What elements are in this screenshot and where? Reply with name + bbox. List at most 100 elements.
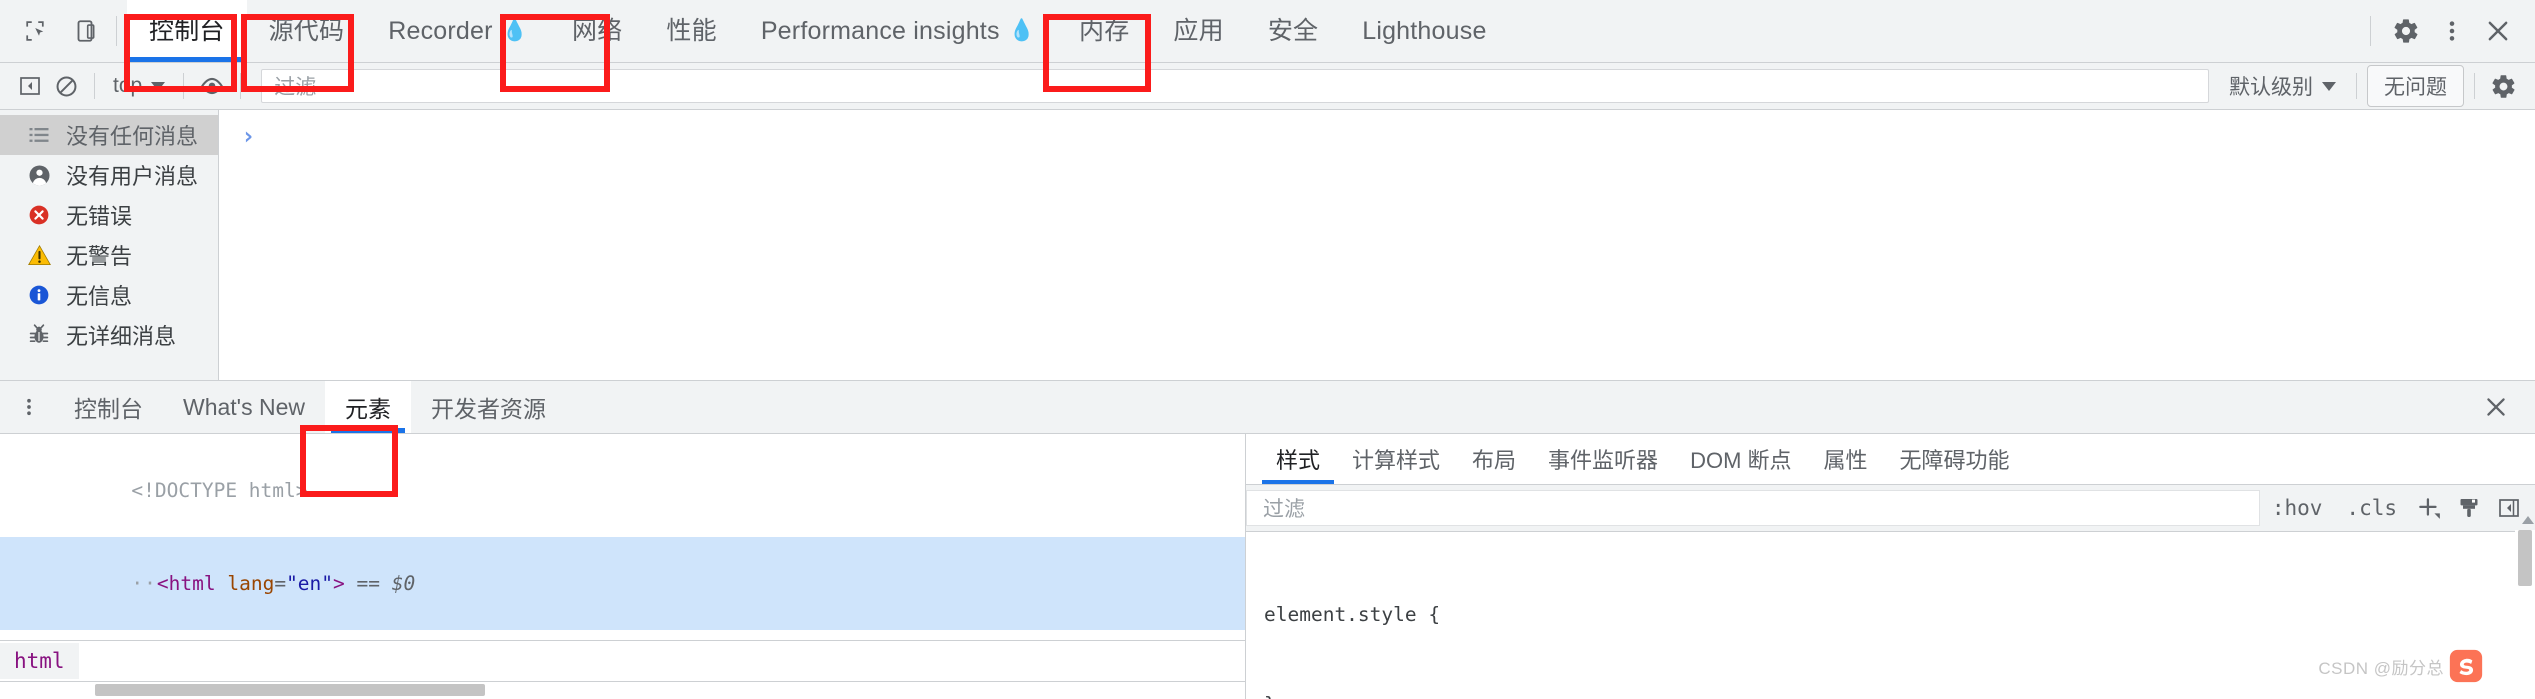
verbose-bug-icon: [26, 322, 52, 348]
main-tabbar-right-icons: [2360, 10, 2535, 52]
console-toolbar: top 过滤 默认级别 无问题: [0, 63, 2535, 110]
live-expression-eye-icon[interactable]: [194, 68, 230, 104]
tab-application-label: 应用: [1173, 16, 1224, 45]
scrollbar-thumb[interactable]: [95, 684, 485, 696]
tabbar-divider: [116, 16, 117, 46]
info-circle-icon: [26, 282, 52, 308]
styles-tab-layout[interactable]: 布局: [1456, 434, 1532, 484]
styles-tab-styles-label: 样式: [1276, 448, 1321, 473]
styles-tabbar: 样式 计算样式 布局 事件监听器 DOM 断点 属性 无障碍功能: [1246, 434, 2535, 485]
styles-tab-properties[interactable]: 属性: [1808, 434, 1884, 484]
experiment-beaker-icon: 💧: [501, 19, 528, 42]
drawer-tab-elements[interactable]: 元素: [324, 381, 411, 433]
tab-sources[interactable]: 源代码: [247, 0, 367, 62]
dom-line-doctype[interactable]: <!DOCTYPE html>: [14, 444, 1245, 537]
tab-performance[interactable]: 性能: [644, 0, 738, 62]
add-new-style-rule-icon[interactable]: [2409, 489, 2449, 527]
scroll-up-arrow-icon[interactable]: [2522, 516, 2534, 524]
tab-lighthouse[interactable]: Lighthouse: [1340, 0, 1508, 62]
breadcrumb-item-html[interactable]: html: [0, 643, 79, 679]
list-glyph: [29, 128, 49, 142]
toolbar-divider: [94, 73, 95, 99]
dom-line-head[interactable]: <head>…</head>: [14, 630, 1245, 640]
tab-performance-insights[interactable]: Performance insights 💧: [739, 0, 1057, 62]
close-drawer-icon[interactable]: [2483, 381, 2535, 433]
rule-selector[interactable]: element.style: [1264, 603, 1417, 626]
styles-filter-input[interactable]: 过滤: [1246, 490, 2260, 526]
element-classes-button[interactable]: .cls: [2334, 496, 2409, 520]
console-filter-input[interactable]: 过滤: [261, 69, 2209, 103]
list-messages-icon: [26, 122, 52, 148]
sidebar-item-verbose[interactable]: 无详细消息: [0, 315, 218, 355]
dom-tree-pane: <!DOCTYPE html> ··<html lang="en"> == $0…: [0, 434, 1246, 699]
console-message-area[interactable]: ›: [219, 110, 2535, 380]
devtools-window: 控制台 源代码 Recorder 💧 网络 性能 Performance ins…: [0, 0, 2535, 699]
issues-status-button[interactable]: 无问题: [2367, 65, 2464, 107]
drawer-more-tools-icon[interactable]: [0, 381, 54, 433]
log-level-selector[interactable]: 默认级别: [2219, 71, 2346, 101]
csdn-watermark: CSDN @励分总: [2318, 649, 2483, 683]
device-toolbar-icon[interactable]: [64, 10, 106, 52]
inspect-element-icon[interactable]: [14, 10, 56, 52]
console-settings-gear-icon[interactable]: [2485, 68, 2521, 104]
styles-tab-event-listeners[interactable]: 事件监听器: [1532, 434, 1674, 484]
settings-gear-icon[interactable]: [2385, 10, 2427, 52]
sidebar-item-errors[interactable]: 无错误: [0, 195, 218, 235]
html-tag-close: >: [333, 572, 345, 595]
tab-recorder[interactable]: Recorder 💧: [366, 0, 550, 62]
sidebar-item-warnings[interactable]: 无警告: [0, 235, 218, 275]
clear-console-icon[interactable]: [48, 68, 84, 104]
tab-lighthouse-label: Lighthouse: [1362, 16, 1487, 45]
error-circle-icon: [26, 202, 52, 228]
styles-tab-accessibility-label: 无障碍功能: [1899, 448, 2010, 473]
sidebar-item-all-messages-label: 没有任何消息: [66, 124, 199, 149]
no-entry-glyph: [56, 76, 76, 96]
tab-network-label: 网络: [572, 16, 623, 45]
html-attr-value: "en": [286, 572, 334, 595]
styles-vertical-scrollbar[interactable]: [2515, 516, 2535, 699]
warning-triangle-glyph: [27, 244, 51, 265]
dom-tree[interactable]: <!DOCTYPE html> ··<html lang="en"> == $0…: [0, 434, 1245, 640]
execution-context-selector[interactable]: top: [105, 69, 173, 103]
bug-glyph: [29, 324, 49, 343]
toolbar-divider: [2474, 73, 2475, 99]
main-tabs: 控制台 源代码 Recorder 💧 网络 性能 Performance ins…: [127, 0, 1509, 62]
styles-tab-accessibility[interactable]: 无障碍功能: [1884, 434, 2026, 484]
styles-tab-dom-breakpoints[interactable]: DOM 断点: [1674, 434, 1807, 484]
sidebar-item-all-messages[interactable]: 没有任何消息: [0, 115, 218, 155]
tabbar-right-divider: [2370, 16, 2371, 46]
main-tabbar: 控制台 源代码 Recorder 💧 网络 性能 Performance ins…: [0, 0, 2535, 63]
rule-close-brace: }: [1264, 693, 1276, 699]
experiment-beaker-icon: 💧: [1008, 19, 1035, 42]
tab-security-label: 安全: [1267, 16, 1319, 45]
styles-tab-styles[interactable]: 样式: [1260, 434, 1336, 484]
sidebar-item-user-messages[interactable]: 没有用户消息: [0, 155, 218, 195]
drawer-tab-developer-resources[interactable]: 开发者资源: [411, 381, 566, 433]
drawer-tabbar: 控制台 What's New 元素 开发者资源: [0, 381, 2535, 434]
drawer-tab-whats-new[interactable]: What's New: [163, 381, 325, 433]
tab-security[interactable]: 安全: [1246, 0, 1340, 62]
styles-tab-computed[interactable]: 计算样式: [1336, 434, 1456, 484]
dom-line-html[interactable]: ··<html lang="en"> == $0: [0, 537, 1245, 630]
html-tag-open: <html: [156, 572, 216, 595]
tab-sources-label: 源代码: [268, 16, 345, 45]
close-devtools-icon[interactable]: [2477, 10, 2519, 52]
scrollbar-thumb[interactable]: [2518, 516, 2534, 586]
show-console-sidebar-icon[interactable]: [12, 68, 48, 104]
tab-application[interactable]: 应用: [1151, 0, 1245, 62]
csdn-s-logo-icon: [2449, 649, 2483, 683]
element-state-paintbrush-icon[interactable]: [2449, 489, 2489, 527]
sidebar-item-info[interactable]: 无信息: [0, 275, 218, 315]
console-prompt-row[interactable]: ›: [219, 110, 2535, 148]
dom-horizontal-scrollbar[interactable]: [0, 681, 1245, 699]
styles-tab-dom-breakpoints-label: DOM 断点: [1690, 448, 1792, 473]
tab-network[interactable]: 网络: [550, 0, 644, 62]
rule-open-brace: {: [1428, 603, 1441, 626]
more-options-kebab-icon[interactable]: [2431, 10, 2473, 52]
tab-memory[interactable]: 内存: [1057, 0, 1151, 62]
user-message-icon: [26, 162, 52, 188]
tab-console[interactable]: 控制台: [127, 0, 247, 62]
sidebar-item-user-messages-label: 没有用户消息: [66, 164, 199, 189]
force-element-state-button[interactable]: :hov: [2260, 496, 2335, 520]
drawer-tab-console[interactable]: 控制台: [54, 381, 163, 433]
